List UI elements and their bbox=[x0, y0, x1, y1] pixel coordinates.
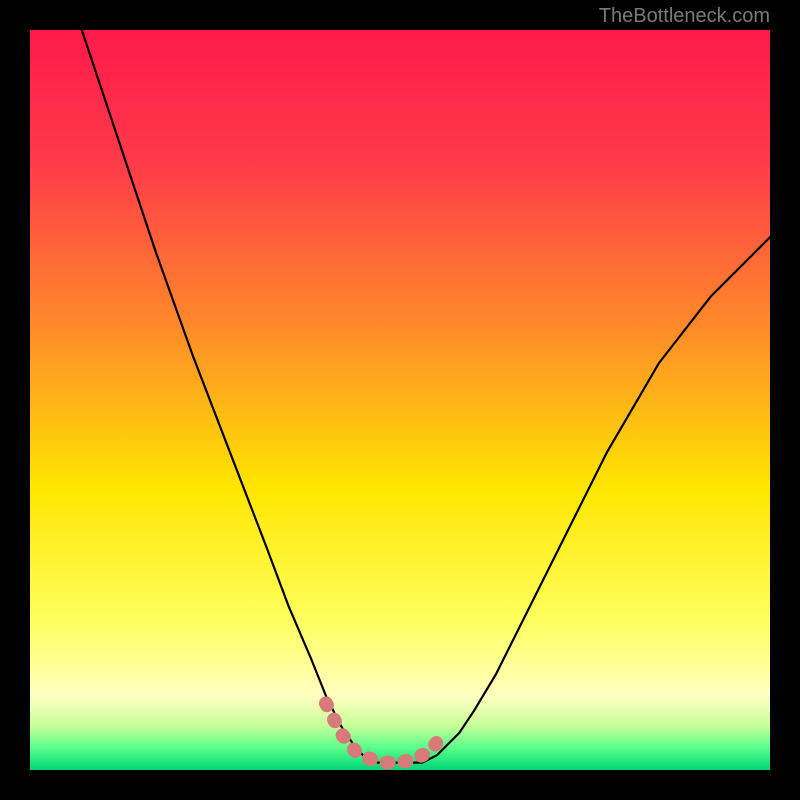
attribution-label: TheBottleneck.com bbox=[599, 5, 770, 28]
plot-area bbox=[30, 30, 770, 770]
gradient-background bbox=[30, 30, 770, 770]
chart-svg bbox=[30, 30, 770, 770]
chart-frame: TheBottleneck.com bbox=[0, 0, 800, 800]
